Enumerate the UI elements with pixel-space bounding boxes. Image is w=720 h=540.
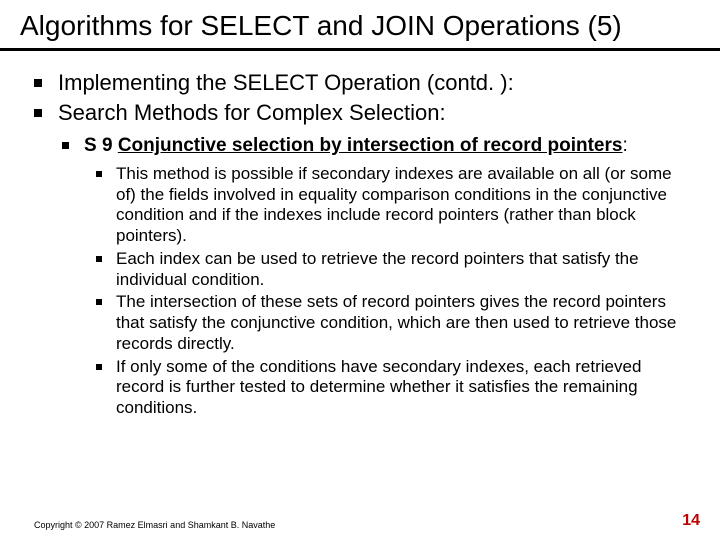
bullet-l3-item: Each index can be used to retrieve the r… [96,249,686,290]
bullet-text: The intersection of these sets of record… [116,292,676,352]
s9-underlined: Conjunctive selection by intersection of… [118,135,623,156]
title-block: Algorithms for SELECT and JOIN Operation… [0,0,720,51]
bullet-text: Implementing the SELECT Operation (contd… [58,70,514,95]
s9-prefix: S 9 [84,135,118,156]
bullet-l3-item: The intersection of these sets of record… [96,292,686,354]
bullet-list-l2: S 9 Conjunctive selection by intersectio… [62,134,686,419]
bullet-text: Each index can be used to retrieve the r… [116,249,639,289]
copyright-text: Copyright © 2007 Ramez Elmasri and Shamk… [34,520,275,530]
s9-suffix: : [622,135,627,156]
slide-title: Algorithms for SELECT and JOIN Operation… [20,10,700,42]
content-area: Implementing the SELECT Operation (contd… [0,51,720,419]
bullet-list-l1: Implementing the SELECT Operation (contd… [34,69,686,419]
bullet-text: This method is possible if secondary ind… [116,164,672,245]
bullet-list-l3: This method is possible if secondary ind… [96,164,686,419]
bullet-l3-item: This method is possible if secondary ind… [96,164,686,247]
bullet-text: Search Methods for Complex Selection: [58,100,446,125]
bullet-l1-item: Search Methods for Complex Selection: S … [34,99,686,419]
bullet-l3-item: If only some of the conditions have seco… [96,357,686,419]
bullet-l1-item: Implementing the SELECT Operation (contd… [34,69,686,97]
bullet-l2-item: S 9 Conjunctive selection by intersectio… [62,134,686,419]
bullet-text: If only some of the conditions have seco… [116,357,641,417]
slide: Algorithms for SELECT and JOIN Operation… [0,0,720,540]
footer: Copyright © 2007 Ramez Elmasri and Shamk… [34,512,700,530]
page-number: 14 [682,512,700,530]
